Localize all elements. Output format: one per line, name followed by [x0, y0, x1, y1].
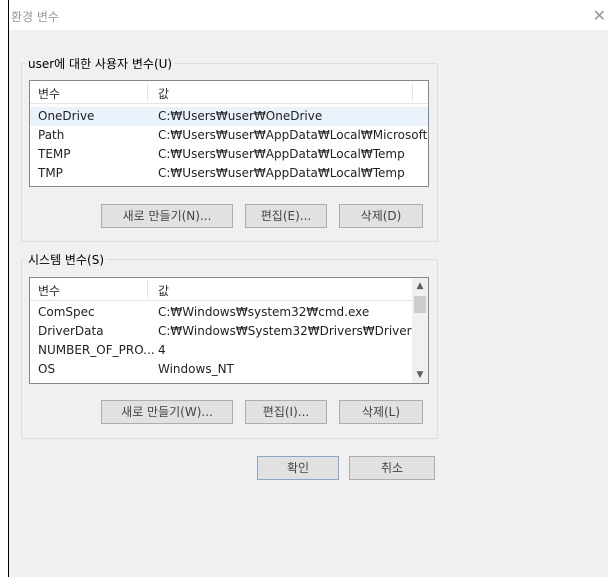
list-item[interactable]: TMP C:₩Users₩user₩AppData₩Local₩Temp — [30, 164, 428, 183]
list-item[interactable]: DriverData C:₩Windows₩System32₩Drivers₩D… — [30, 322, 428, 341]
system-delete-button[interactable]: 삭제(L) — [339, 400, 423, 424]
list-item[interactable]: OneDrive C:₩Users₩user₩OneDrive — [30, 107, 428, 126]
user-delete-button[interactable]: 삭제(D) — [339, 204, 423, 228]
user-new-button[interactable]: 새로 만들기(N)... — [101, 204, 233, 228]
variable-value: C:₩Windows₩System32₩Drivers₩DriverData — [158, 324, 429, 338]
system-new-button[interactable]: 새로 만들기(W)... — [101, 400, 233, 424]
variable-name: TEMP — [38, 147, 71, 161]
environment-variables-dialog: 환경 변수 ✕ user에 대한 사용자 변수(U) 변수 값 OneDrive… — [8, 0, 608, 577]
system-variables-list[interactable]: 변수 값 ComSpec C:₩Windows₩system32₩cmd.exe… — [29, 277, 429, 384]
variable-name: DriverData — [38, 324, 104, 338]
column-divider — [412, 83, 413, 101]
list-item[interactable]: TEMP C:₩Users₩user₩AppData₩Local₩Temp — [30, 145, 428, 164]
cancel-button[interactable]: 취소 — [349, 456, 435, 480]
variable-name: OS — [38, 362, 56, 376]
vertical-scrollbar[interactable]: ▲ ▼ — [412, 278, 428, 383]
variable-value: C:₩Users₩user₩AppData₩Local₩Microsoft... — [158, 128, 429, 142]
variable-value: C:₩Users₩user₩AppData₩Local₩Temp — [158, 166, 405, 180]
user-variables-list[interactable]: 변수 값 OneDrive C:₩Users₩user₩OneDrive Pat… — [29, 80, 429, 187]
list-item[interactable]: OS Windows_NT — [30, 360, 412, 379]
column-header-name[interactable]: 변수 — [38, 85, 60, 102]
variable-name: ComSpec — [38, 305, 95, 319]
column-divider[interactable] — [147, 280, 148, 298]
scroll-down-icon[interactable]: ▼ — [412, 367, 428, 383]
column-header-value[interactable]: 값 — [158, 85, 169, 102]
list-item[interactable]: ComSpec C:₩Windows₩system32₩cmd.exe — [30, 303, 412, 322]
column-divider[interactable] — [147, 83, 148, 101]
variable-value: C:₩Users₩user₩OneDrive — [158, 109, 323, 123]
list-item[interactable]: NUMBER_OF_PRO... 4 — [30, 341, 412, 360]
variable-value: C:₩Users₩user₩AppData₩Local₩Temp — [158, 147, 405, 161]
variable-value: Windows_NT — [158, 362, 234, 376]
close-icon[interactable]: ✕ — [593, 6, 606, 25]
variable-value: C:₩Windows₩system32₩cmd.exe — [158, 305, 370, 319]
user-edit-button[interactable]: 편집(E)... — [245, 204, 327, 228]
title-bar: 환경 변수 ✕ — [9, 0, 608, 30]
window-title: 환경 변수 — [11, 10, 59, 24]
user-variables-label: user에 대한 사용자 변수(U) — [25, 55, 176, 72]
system-variables-label: 시스템 변수(S) — [25, 251, 107, 268]
list-item[interactable]: Path C:₩Users₩user₩AppData₩Local₩Microso… — [30, 126, 428, 145]
variable-name: NUMBER_OF_PRO... — [38, 343, 155, 357]
list-header: 변수 값 — [30, 81, 428, 104]
variable-value: 4 — [158, 343, 166, 357]
ok-button[interactable]: 확인 — [257, 456, 339, 480]
variable-name: Path — [38, 128, 65, 142]
column-header-value[interactable]: 값 — [158, 282, 169, 299]
variable-name: OneDrive — [38, 109, 95, 123]
scroll-thumb[interactable] — [414, 296, 426, 313]
variable-name: TMP — [38, 166, 63, 180]
column-header-name[interactable]: 변수 — [38, 282, 60, 299]
system-edit-button[interactable]: 편집(I)... — [245, 400, 327, 424]
list-header: 변수 값 — [30, 278, 412, 301]
scroll-up-icon[interactable]: ▲ — [412, 278, 428, 294]
